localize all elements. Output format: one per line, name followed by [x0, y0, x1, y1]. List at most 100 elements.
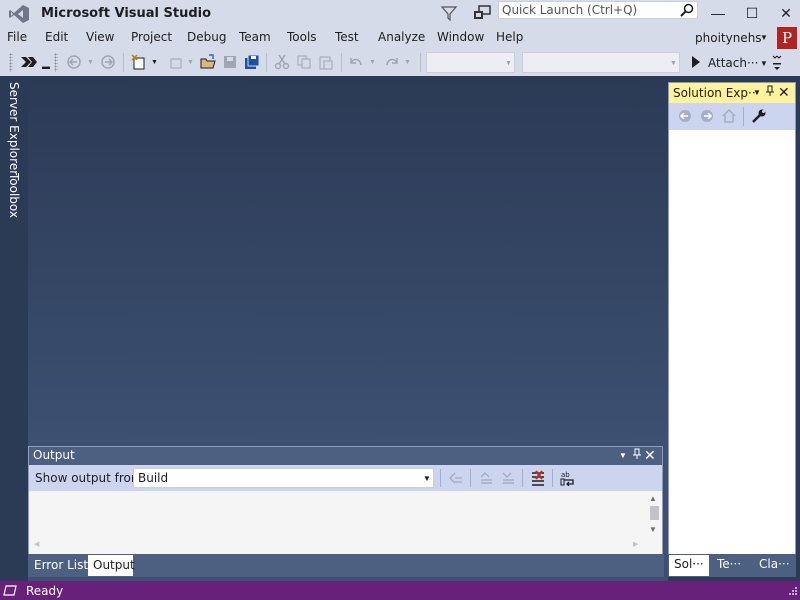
menu-window[interactable]: Window	[437, 30, 484, 44]
cut-icon[interactable]	[274, 54, 290, 70]
menu-edit[interactable]: Edit	[45, 30, 68, 44]
forward-icon[interactable]	[100, 54, 116, 70]
svg-text:ab: ab	[561, 471, 570, 479]
pin-icon[interactable]	[632, 448, 642, 460]
output-source-select[interactable]	[133, 468, 434, 488]
chevron-down-icon[interactable]: ▼	[619, 451, 627, 460]
solution-platform-dropdown[interactable]	[522, 52, 680, 73]
menu-debug[interactable]: Debug	[187, 30, 226, 44]
toolbox-tab[interactable]: Toolbox	[7, 173, 21, 218]
tab-error-list[interactable]: Error List	[34, 558, 88, 572]
notification-filter-icon[interactable]	[440, 4, 458, 22]
maximize-button[interactable]: ☐	[737, 2, 767, 24]
tab-team-explorer[interactable]: Te···	[717, 557, 741, 571]
find-message-in-code-icon[interactable]	[448, 470, 464, 486]
chevron-down-icon[interactable]: ▼	[151, 59, 158, 66]
new-project-icon[interactable]	[131, 54, 147, 70]
add-item-icon[interactable]	[168, 54, 184, 70]
window-title: Microsoft Visual Studio	[41, 6, 212, 21]
output-title: Output	[33, 448, 75, 462]
account-name[interactable]: phoitynehs	[695, 31, 762, 45]
chevron-down-icon[interactable]: ▼	[423, 474, 431, 483]
attach-button[interactable]: Attach···	[708, 56, 758, 70]
toolbar-separator	[123, 53, 124, 72]
menu-analyze[interactable]: Analyze	[378, 30, 425, 44]
paste-icon[interactable]	[318, 54, 334, 70]
toolbar-separator	[440, 469, 441, 487]
chevron-down-icon[interactable]: ▼	[760, 33, 768, 42]
home-icon[interactable]	[721, 108, 737, 124]
status-message-icon	[3, 585, 17, 596]
tab-class-view[interactable]: Cla···	[759, 557, 790, 571]
tab-solution-explorer[interactable]: Sol···	[674, 557, 704, 571]
toolbar-separator	[266, 53, 267, 72]
chevron-down-icon[interactable]: ▼	[404, 59, 411, 66]
toolbar-separator	[341, 53, 342, 72]
save-icon[interactable]	[222, 54, 238, 70]
menu-file[interactable]: File	[7, 30, 27, 44]
chevron-down-icon[interactable]: ▼	[87, 59, 94, 66]
properties-wrench-icon[interactable]	[751, 108, 767, 124]
scrollbar-thumb[interactable]	[650, 506, 659, 520]
copy-icon[interactable]	[296, 54, 312, 70]
scroll-up-icon[interactable]: ▲	[649, 494, 657, 503]
menu-tools[interactable]: Tools	[287, 30, 317, 44]
status-bar	[0, 581, 800, 600]
clear-all-icon[interactable]	[530, 470, 546, 486]
toolbar-separator	[420, 53, 421, 72]
redo-icon[interactable]	[384, 54, 400, 70]
toolbar-overflow-icon[interactable]	[772, 53, 782, 73]
search-icon[interactable]	[680, 3, 694, 17]
toolbar-separator	[552, 469, 553, 487]
undo-icon[interactable]	[348, 54, 364, 70]
back-icon[interactable]	[66, 54, 82, 70]
save-all-icon[interactable]	[244, 54, 260, 70]
toolbar-separator	[522, 469, 523, 487]
next-message-icon[interactable]	[500, 470, 516, 486]
solution-configuration-dropdown[interactable]	[426, 52, 515, 73]
scroll-left-icon[interactable]: ◀	[34, 540, 39, 548]
avatar[interactable]: P	[777, 27, 797, 49]
play-icon[interactable]	[692, 56, 700, 68]
toolbar-grip[interactable]	[9, 53, 13, 72]
menu-team[interactable]: Team	[239, 30, 271, 44]
minimize-button[interactable]: —	[703, 2, 733, 24]
show-output-from-label: Show output from:	[35, 471, 147, 485]
pin-icon[interactable]	[765, 85, 775, 97]
chevron-down-icon[interactable]: ▼	[753, 88, 761, 97]
standard-toolbar	[0, 49, 800, 76]
server-explorer-tab[interactable]: Server Explorer	[7, 82, 21, 175]
chevron-down-icon[interactable]: ▼	[760, 59, 768, 68]
scroll-right-icon[interactable]: ▶	[633, 540, 638, 548]
forward-icon[interactable]	[699, 108, 715, 124]
chevron-down-icon[interactable]: ▼	[187, 59, 194, 66]
quick-launch-placeholder: Quick Launch (Ctrl+Q)	[502, 3, 638, 17]
chevron-down-icon[interactable]: ▬	[42, 62, 50, 71]
visual-studio-logo-icon	[8, 4, 30, 24]
back-icon[interactable]	[677, 108, 693, 124]
open-file-icon[interactable]	[200, 54, 216, 70]
word-wrap-icon[interactable]: ab	[560, 470, 576, 486]
menu-help[interactable]: Help	[496, 30, 523, 44]
output-text-area[interactable]	[29, 491, 662, 554]
previous-message-icon[interactable]	[478, 470, 494, 486]
resize-grip-icon[interactable]	[786, 586, 798, 598]
menu-view[interactable]: View	[86, 30, 114, 44]
toolbar-separator	[743, 107, 744, 126]
output-header	[29, 447, 662, 465]
chevron-down-icon[interactable]: ▼	[505, 60, 512, 67]
scroll-down-icon[interactable]: ▼	[649, 525, 657, 534]
feedback-icon[interactable]	[472, 3, 492, 23]
close-icon[interactable]: ✕	[778, 84, 790, 101]
solution-config-icon[interactable]	[20, 54, 38, 70]
menu-test[interactable]: Test	[335, 30, 359, 44]
menu-project[interactable]: Project	[131, 30, 172, 44]
tab-output[interactable]: Output	[93, 558, 135, 572]
close-button[interactable]: ✕	[771, 2, 800, 24]
close-icon[interactable]: ✕	[644, 447, 656, 464]
output-source-value: Build	[138, 471, 169, 485]
chevron-down-icon[interactable]: ▼	[670, 60, 677, 67]
chevron-down-icon[interactable]: ▼	[369, 59, 376, 66]
toolbar-grip[interactable]	[54, 53, 58, 72]
editor-area	[28, 76, 668, 444]
